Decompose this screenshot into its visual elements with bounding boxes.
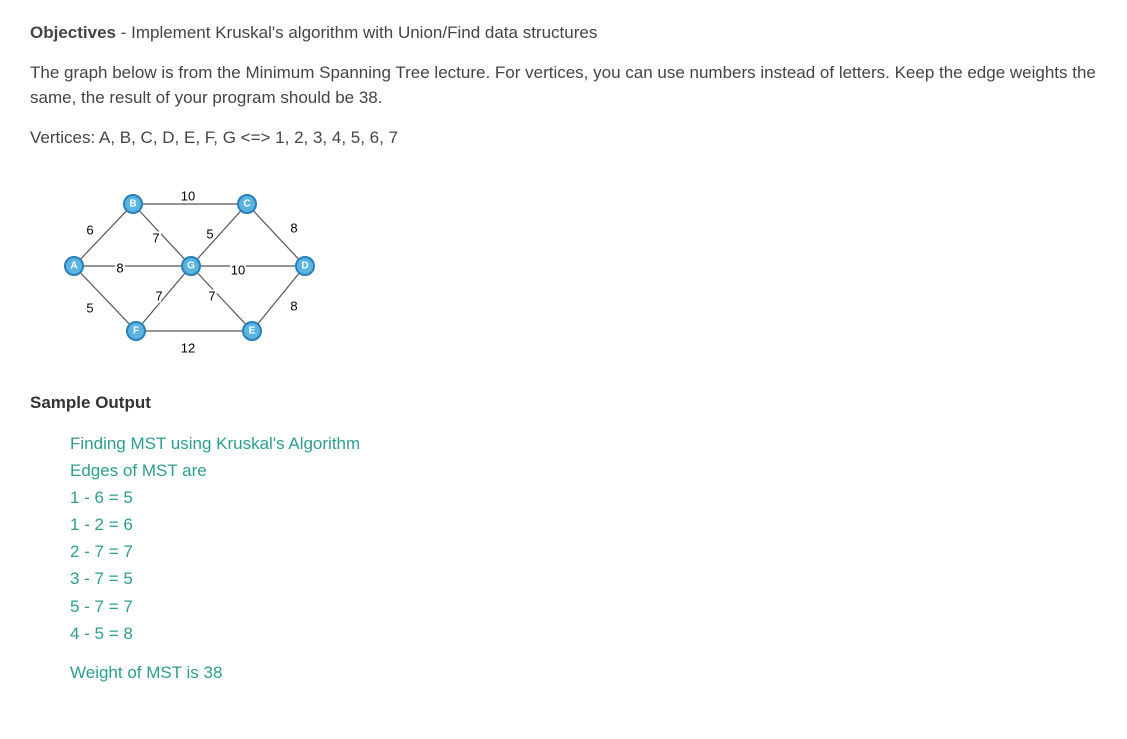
edge-weight-label: 7 (208, 289, 215, 304)
output-line: 1 - 2 = 6 (70, 511, 1097, 538)
graph-node-label: F (133, 326, 139, 337)
output-line: Finding MST using Kruskal's Algorithm (70, 430, 1097, 457)
graph-node-label: D (301, 261, 308, 272)
graph-edge (191, 204, 247, 266)
graph-node-label: A (70, 261, 77, 272)
output-line: 3 - 7 = 5 (70, 565, 1097, 592)
output-weight-line: Weight of MST is 38 (70, 659, 1097, 686)
graph-node-label: G (187, 261, 195, 272)
graph-edge (136, 266, 191, 331)
edge-weight-label: 8 (290, 221, 297, 236)
objectives-line: Objectives - Implement Kruskal's algorit… (30, 20, 1097, 46)
output-line: 5 - 7 = 7 (70, 593, 1097, 620)
graph-edge (133, 204, 191, 266)
graph-node-label: B (129, 199, 136, 210)
edge-weight-label: 12 (181, 341, 195, 356)
vertices-mapping: Vertices: A, B, C, D, E, F, G <=> 1, 2, … (30, 125, 1097, 151)
edge-weight-label: 5 (206, 227, 213, 242)
edge-weight-label: 10 (181, 189, 195, 204)
output-line: Edges of MST are (70, 457, 1097, 484)
sample-output-block: Finding MST using Kruskal's Algorithm Ed… (70, 430, 1097, 687)
graph-diagram: 661010888812125588775510107777ABCDEFG (48, 168, 1097, 368)
edge-weight-label: 6 (86, 223, 93, 238)
graph-edge (74, 204, 133, 266)
edge-weight-label: 7 (155, 289, 162, 304)
graph-node-label: C (243, 199, 250, 210)
paragraph-lecture: The graph below is from the Minimum Span… (30, 60, 1097, 111)
graph-svg: 661010888812125588775510107777ABCDEFG (48, 168, 338, 368)
edge-weight-label: 8 (116, 261, 123, 276)
output-line: 4 - 5 = 8 (70, 620, 1097, 647)
graph-edge (74, 266, 136, 331)
edge-weight-label: 5 (86, 301, 93, 316)
edge-weight-label: 10 (231, 263, 245, 278)
edge-weight-label: 8 (290, 299, 297, 314)
sample-output-heading: Sample Output (30, 390, 1097, 416)
output-line: 1 - 6 = 5 (70, 484, 1097, 511)
output-line: 2 - 7 = 7 (70, 538, 1097, 565)
graph-node-label: E (249, 326, 256, 337)
objectives-text: - Implement Kruskal's algorithm with Uni… (116, 23, 597, 42)
objectives-label: Objectives (30, 23, 116, 42)
edge-weight-label: 7 (152, 231, 159, 246)
